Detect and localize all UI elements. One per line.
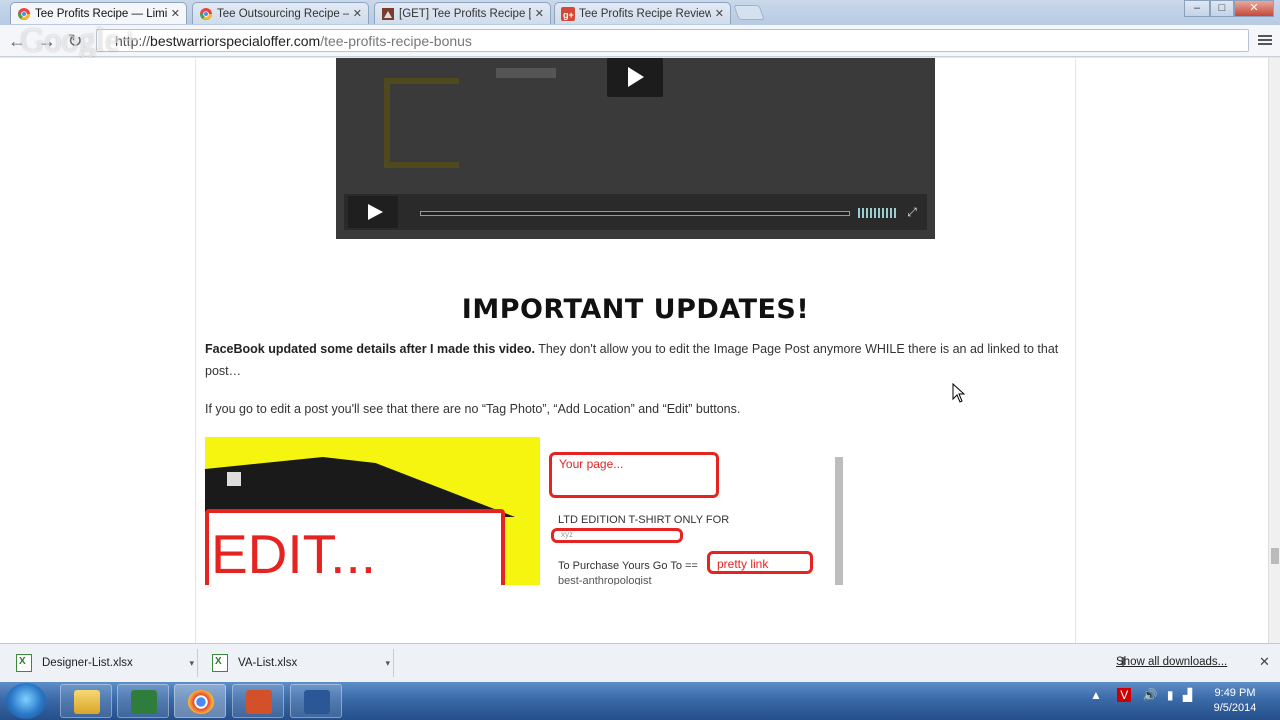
- excel-file-icon: [212, 654, 228, 672]
- tab-tee-outsourcing-recipe[interactable]: Tee Outsourcing Recipe — ✕: [192, 2, 369, 24]
- minimize-button[interactable]: –: [1184, 0, 1210, 17]
- tab-tee-profits-recipe-review[interactable]: g+ Tee Profits Recipe Review ✕: [554, 2, 731, 24]
- close-tab-icon[interactable]: ✕: [171, 7, 180, 20]
- pretty-link-label: pretty link: [717, 557, 769, 571]
- close-tab-icon[interactable]: ✕: [535, 7, 544, 20]
- folder-icon: [74, 690, 100, 714]
- play-icon[interactable]: [348, 196, 398, 228]
- facebook-post-screenshot: EDIT... Your page... LTD EDITION T-SHIRT…: [205, 437, 845, 585]
- fullscreen-icon[interactable]: ⤢: [905, 205, 919, 219]
- download-filename: Designer-List.xlsx: [42, 657, 133, 669]
- system-tray: ▲ V 🔊 ▮ ▟: [1090, 688, 1192, 702]
- video-frame-shape: [384, 78, 459, 168]
- back-arrow-icon[interactable]: ←: [6, 30, 28, 52]
- tab-title: Tee Profits Recipe Review: [579, 7, 711, 20]
- big-play-button[interactable]: [607, 58, 663, 97]
- download-item[interactable]: VA-List.xlsx ▾: [200, 649, 394, 677]
- forward-arrow-icon[interactable]: →: [36, 30, 58, 52]
- download-filename: VA-List.xlsx: [238, 657, 298, 669]
- taskbar-project[interactable]: [117, 684, 169, 718]
- clock-time: 9:49 PM: [1214, 687, 1256, 699]
- dropdown-arrow-icon[interactable]: ▾: [189, 658, 194, 669]
- page-icon: [382, 7, 394, 20]
- page-heading: IMPORTANT UPDATES!: [461, 294, 810, 325]
- excel-file-icon: [16, 654, 32, 672]
- url-path: /tee-profits-recipe-bonus: [320, 32, 472, 49]
- tab-title: Tee Profits Recipe — Limi: [35, 7, 167, 20]
- volume-icon[interactable]: 🔊: [1143, 688, 1158, 702]
- your-page-label: Your page...: [559, 457, 624, 471]
- video-player[interactable]: ⤢: [336, 58, 935, 239]
- edit-label: EDIT...: [211, 523, 377, 585]
- update-paragraph-bold: FaceBook updated some details after I ma…: [205, 342, 535, 356]
- close-tab-icon[interactable]: ✕: [715, 7, 724, 20]
- close-window-button[interactable]: ✕: [1234, 0, 1274, 17]
- video-controls: ⤢: [344, 194, 927, 230]
- start-button[interactable]: [6, 683, 46, 719]
- edit-paragraph: If you go to edit a post you'll see that…: [205, 402, 741, 416]
- anthropologist-text: best-anthropologist: [558, 575, 652, 585]
- video-progress-bar[interactable]: [420, 211, 850, 216]
- reload-icon[interactable]: ↻: [64, 30, 86, 52]
- update-paragraph: FaceBook updated some details after I ma…: [205, 338, 1065, 382]
- power-icon[interactable]: ▮: [1167, 688, 1174, 702]
- project-icon: [131, 690, 157, 714]
- menu-icon[interactable]: [1258, 33, 1272, 47]
- antivirus-icon[interactable]: V: [1117, 688, 1132, 702]
- tshirt-detail: [227, 472, 241, 486]
- new-tab-button[interactable]: [733, 5, 765, 20]
- chrome-icon: [188, 690, 214, 714]
- close-tab-icon[interactable]: ✕: [353, 7, 362, 20]
- tab-tee-profits-recipe[interactable]: Tee Profits Recipe — Limi ✕: [10, 2, 187, 24]
- close-downloads-icon[interactable]: ✕: [1259, 654, 1270, 670]
- dropdown-arrow-icon[interactable]: ▾: [385, 658, 390, 669]
- mouse-cursor-icon: [952, 383, 966, 403]
- page-scrollbar[interactable]: [1268, 58, 1280, 643]
- windows-taskbar: ▲ V 🔊 ▮ ▟ 9:49 PM 9/5/2014: [0, 682, 1280, 720]
- address-bar[interactable]: http://bestwarriorspecialoffer.com/tee-p…: [96, 29, 1249, 52]
- ltd-edition-text: LTD EDITION T-SHIRT ONLY FOR: [558, 514, 730, 526]
- chrome-icon: [200, 7, 212, 20]
- browser-toolbar: ← → ↻ http://bestwarriorspecialoffer.com…: [0, 25, 1280, 57]
- word-icon: [304, 690, 330, 714]
- powerpoint-icon: [246, 690, 272, 714]
- taskbar-powerpoint[interactable]: [232, 684, 284, 718]
- volume-icon[interactable]: [858, 208, 898, 218]
- taskbar-windows-explorer[interactable]: [60, 684, 112, 718]
- download-item[interactable]: Designer-List.xlsx ▾: [4, 649, 198, 677]
- url-host: bestwarriorspecialoffer.com: [150, 32, 321, 49]
- downloads-bar: Designer-List.xlsx ▾ VA-List.xlsx ▾ ⬇ Sh…: [0, 643, 1280, 682]
- show-hidden-icons-icon[interactable]: ▲: [1090, 688, 1102, 702]
- screenshot-scrollbar: [835, 457, 843, 585]
- scrollbar-thumb[interactable]: [1271, 548, 1279, 564]
- show-all-downloads-link[interactable]: Show all downloads...: [1116, 656, 1227, 668]
- taskbar-clock[interactable]: 9:49 PM 9/5/2014: [1200, 686, 1270, 716]
- taskbar-chrome[interactable]: [174, 684, 226, 718]
- tab-strip: Tee Profits Recipe — Limi ✕ Tee Outsourc…: [0, 0, 1280, 25]
- purchase-text: To Purchase Yours Go To ==: [558, 560, 698, 572]
- google-plus-icon: g+: [561, 6, 575, 21]
- svg-text:g+: g+: [563, 10, 574, 20]
- maximize-button[interactable]: □: [1210, 0, 1234, 17]
- url-scheme: http://: [115, 32, 151, 49]
- tab-title: Tee Outsourcing Recipe —: [217, 7, 349, 20]
- tab-title: [GET] Tee Profits Recipe [: [399, 7, 531, 20]
- xyz-text: xyz: [561, 530, 573, 539]
- video-frame-shape: [496, 68, 556, 78]
- clock-date: 9/5/2014: [1213, 702, 1257, 714]
- taskbar-word[interactable]: [290, 684, 342, 718]
- tab-get-tee-profits-recipe[interactable]: [GET] Tee Profits Recipe [ ✕: [374, 2, 551, 24]
- network-icon[interactable]: ▟: [1183, 688, 1192, 702]
- chrome-icon: [18, 7, 30, 20]
